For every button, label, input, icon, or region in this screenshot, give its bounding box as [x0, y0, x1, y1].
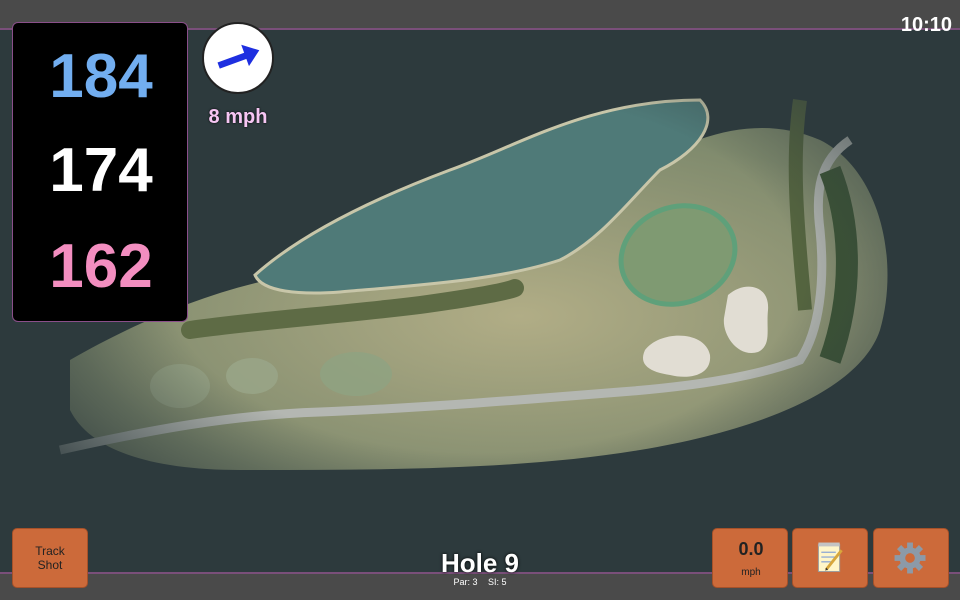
wind-indicator[interactable] — [202, 22, 274, 94]
notes-button[interactable] — [792, 528, 868, 588]
notepad-icon — [817, 542, 843, 573]
distance-panel: 184 174 162 — [12, 22, 188, 322]
speed-value: 0.0 — [738, 539, 764, 559]
distance-back: 184 — [49, 42, 153, 111]
wind-arrow-icon — [217, 44, 260, 69]
track-shot-label: Track Shot — [35, 544, 65, 572]
hole-title: Hole 9 — [440, 548, 520, 578]
distance-front: 162 — [49, 232, 153, 301]
settings-button[interactable] — [873, 528, 949, 588]
hole-info: Par: 3 SI: 5 — [380, 577, 580, 587]
hole-par: Par: 3 — [453, 577, 478, 587]
gear-icon — [894, 542, 926, 574]
wind-speed: 8 mph — [208, 106, 268, 128]
speed-unit: mph — [741, 567, 761, 578]
hole-si: SI: 5 — [488, 577, 507, 587]
distance-center: 174 — [49, 136, 153, 205]
track-shot-button[interactable]: Track Shot — [12, 528, 88, 588]
speed-button[interactable]: 0.0 mph — [712, 528, 788, 588]
clock: 10:10 — [900, 14, 952, 36]
